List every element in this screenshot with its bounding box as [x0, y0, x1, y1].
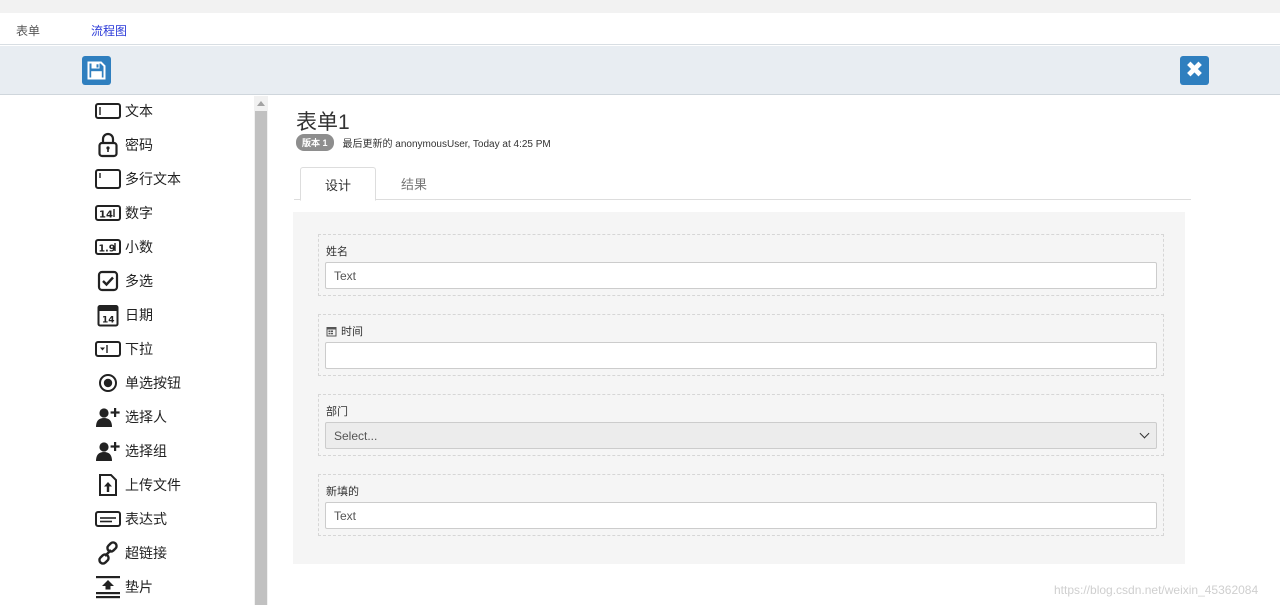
top-navigation: 表单 流程图	[0, 13, 1280, 45]
palette-item-select-group[interactable]: 选择组	[95, 437, 167, 465]
palette-item-label: 多选	[125, 273, 153, 289]
palette-item-number[interactable]: 14 数字	[95, 199, 153, 227]
palette-item-label: 超链接	[125, 545, 167, 561]
add-user-icon	[95, 404, 121, 430]
time-input[interactable]	[325, 342, 1157, 369]
version-badge: 版本 1	[296, 134, 334, 151]
nav-tab-form[interactable]: 表单	[16, 22, 40, 39]
palette-item-label: 数字	[125, 205, 153, 221]
palette-item-radio[interactable]: 单选按钮	[95, 369, 181, 397]
svg-text:14: 14	[99, 210, 113, 221]
chevron-down-icon	[1139, 428, 1150, 439]
window-top-strip	[0, 0, 1280, 13]
palette-item-upload-file[interactable]: 上传文件	[95, 471, 181, 499]
palette-item-label: 上传文件	[125, 477, 181, 493]
checkbox-icon	[95, 268, 121, 294]
form-editor-main: 表单1 版本 1 最后更新的 anonymousUser, Today at 4…	[268, 96, 1280, 605]
add-group-icon	[95, 438, 121, 464]
editor-toolbar: ✖	[0, 46, 1280, 95]
tab-result[interactable]: 结果	[382, 167, 446, 200]
page-title: 表单1	[296, 111, 350, 134]
last-updated-text: 最后更新的 anonymousUser, Today at 4:25 PM	[342, 139, 551, 150]
upload-file-icon	[95, 472, 121, 498]
radio-icon	[95, 370, 121, 396]
form-field-department[interactable]: 部门 Select...	[318, 394, 1164, 456]
palette-item-label: 选择组	[125, 443, 167, 459]
form-meta: 版本 1 最后更新的 anonymousUser, Today at 4:25 …	[296, 134, 551, 151]
number-icon: 14	[95, 200, 121, 226]
scroll-up-arrow-icon[interactable]	[254, 96, 268, 110]
close-button[interactable]: ✖	[1180, 56, 1209, 85]
palette-item-label: 表达式	[125, 511, 167, 527]
editor-tabs: 设计 结果	[294, 167, 1191, 201]
palette-item-label: 下拉	[125, 341, 153, 357]
field-label: 时间	[326, 323, 363, 339]
calendar-icon: 14	[95, 302, 121, 328]
form-field-new[interactable]: 新填的 Text	[318, 474, 1164, 536]
palette-item-password[interactable]: 密码	[95, 131, 153, 159]
calendar-icon	[326, 326, 337, 336]
palette-item-text[interactable]: 文本	[95, 97, 153, 125]
expression-icon	[95, 506, 121, 532]
new-field-input[interactable]: Text	[325, 502, 1157, 529]
palette-item-label: 日期	[125, 307, 153, 323]
palette-item-select-user[interactable]: 选择人	[95, 403, 167, 431]
palette-item-expression[interactable]: 表达式	[95, 505, 167, 533]
field-label: 新填的	[326, 486, 359, 498]
form-field-time[interactable]: 时间	[318, 314, 1164, 376]
palette-item-label: 选择人	[125, 409, 167, 425]
dropdown-icon	[95, 336, 121, 362]
form-field-name[interactable]: 姓名 Text	[318, 234, 1164, 296]
spacer-icon	[95, 574, 121, 600]
scrollbar-thumb[interactable]	[255, 111, 267, 605]
palette-item-decimal[interactable]: 1.9 小数	[95, 233, 153, 261]
component-palette: 文本 密码 多行文本 14 数字 1.9 小数 多选 14 日期 下拉 单选按钮…	[0, 96, 254, 605]
text-field-icon	[95, 98, 121, 124]
palette-item-label: 多行文本	[125, 171, 181, 187]
save-button[interactable]	[82, 56, 111, 85]
palette-item-dropdown[interactable]: 下拉	[95, 335, 153, 363]
close-x-icon: ✖	[1185, 57, 1204, 83]
watermark: https://blog.csdn.net/weixin_45362084	[1054, 583, 1259, 597]
palette-item-date[interactable]: 14 日期	[95, 301, 153, 329]
multiline-text-icon	[95, 166, 121, 192]
palette-item-label: 文本	[125, 103, 153, 119]
palette-item-label: 垫片	[125, 579, 153, 595]
svg-text:14: 14	[102, 316, 115, 326]
form-design-canvas: 姓名 Text 时间 部门 Select... 新填的 Text	[293, 212, 1185, 564]
nav-tab-flowchart[interactable]: 流程图	[91, 22, 127, 39]
link-icon	[95, 540, 121, 566]
decimal-icon: 1.9	[95, 234, 121, 260]
palette-item-hyperlink[interactable]: 超链接	[95, 539, 167, 567]
floppy-disk-icon	[87, 61, 106, 80]
palette-item-label: 密码	[125, 137, 153, 153]
palette-item-label: 单选按钮	[125, 375, 181, 391]
palette-scrollbar[interactable]	[254, 96, 268, 605]
palette-item-spacer[interactable]: 垫片	[95, 573, 153, 601]
lock-icon	[95, 132, 121, 158]
palette-item-multiline-text[interactable]: 多行文本	[95, 165, 181, 193]
palette-item-checkbox[interactable]: 多选	[95, 267, 153, 295]
svg-text:1.9: 1.9	[99, 244, 116, 255]
tab-design[interactable]: 设计	[300, 167, 376, 201]
department-select[interactable]: Select...	[325, 422, 1157, 449]
field-label: 部门	[326, 406, 348, 418]
name-input[interactable]: Text	[325, 262, 1157, 289]
field-label: 姓名	[326, 246, 348, 258]
palette-item-label: 小数	[125, 239, 153, 255]
